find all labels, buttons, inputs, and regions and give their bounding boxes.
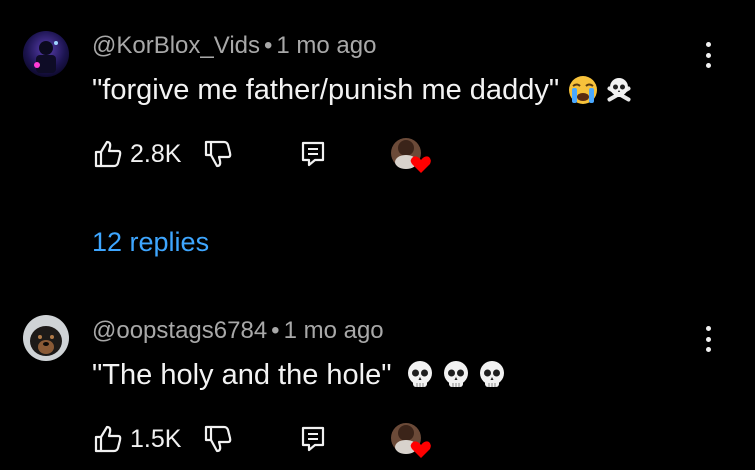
skull-emoji	[479, 361, 504, 387]
avatar[interactable]	[23, 31, 69, 77]
reply-icon[interactable]	[299, 425, 327, 453]
creator-heart-icon	[391, 423, 431, 458]
like-button[interactable]: 2.8K	[92, 138, 181, 170]
separator-dot: •	[271, 317, 280, 344]
comment-text: "forgive me father/punish me daddy"	[92, 72, 635, 108]
more-options-icon[interactable]	[700, 324, 716, 354]
skull-emoji	[443, 361, 468, 387]
like-count: 2.8K	[130, 140, 182, 168]
thumbs-up-icon	[94, 425, 122, 453]
reply-icon[interactable]	[299, 140, 327, 168]
thumbs-down-icon[interactable]	[202, 423, 234, 455]
thumbs-up-icon	[94, 140, 122, 168]
comment-time: 1 mo ago	[276, 32, 377, 59]
more-options-icon[interactable]	[700, 40, 716, 70]
author-name[interactable]: @oopstags6784	[92, 317, 267, 344]
skull-emoji	[407, 361, 432, 387]
comment-actions: 1.5K	[92, 423, 652, 458]
avatar[interactable]	[23, 315, 69, 361]
thumbs-down-icon[interactable]	[202, 138, 234, 170]
comment-body: "forgive me father/punish me daddy"	[92, 74, 560, 106]
comment-text: "The holy and the hole"	[92, 357, 508, 393]
like-button[interactable]: 1.5K	[92, 423, 181, 455]
comment-meta: @KorBlox_Vids • 1 mo ago	[92, 31, 376, 61]
crying-face-emoji	[569, 76, 598, 104]
comment-2: @oopstags6784 • 1 mo ago "The holy and the…	[0, 300, 755, 470]
creator-heart-icon	[391, 138, 431, 173]
skull-and-crossbones-emoji	[607, 78, 631, 102]
author-name[interactable]: @KorBlox_Vids	[92, 32, 260, 59]
comment-actions: 2.8K	[92, 138, 652, 173]
separator-dot: •	[264, 32, 273, 59]
comment-time: 1 mo ago	[283, 317, 384, 344]
view-replies-link[interactable]: 12 replies	[92, 226, 209, 258]
comment-1: @KorBlox_Vids • 1 mo ago "forgive me fathe…	[0, 0, 755, 285]
comment-body: "The holy and the hole"	[92, 359, 392, 391]
like-count: 1.5K	[130, 425, 182, 453]
comment-meta: @oopstags6784 • 1 mo ago	[92, 316, 384, 346]
